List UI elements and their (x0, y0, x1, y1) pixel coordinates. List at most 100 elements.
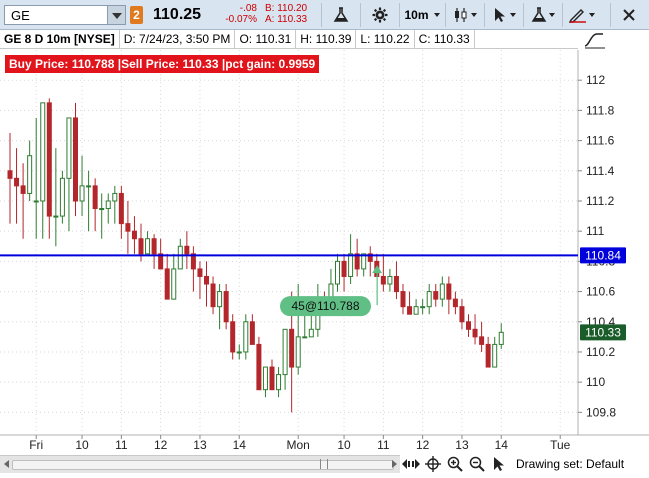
candle-body (73, 117, 78, 202)
candle-body (223, 291, 229, 323)
candle-body (131, 230, 137, 240)
candle-body (433, 291, 439, 300)
candle-body (243, 321, 249, 353)
bottom-toolbar: Drawing set: Default (400, 455, 649, 473)
candle-body (7, 170, 13, 179)
x-tick-label: Fri (29, 438, 43, 452)
candle-body (400, 291, 406, 308)
candle-body (479, 336, 485, 345)
candle-body (498, 331, 504, 345)
scroll-right-icon[interactable] (392, 460, 397, 468)
y-tick-label: 111.2 (586, 194, 615, 208)
study-label: Buy Price: 110.788 |Sell Price: 110.33 |… (5, 55, 320, 73)
candle-body (204, 275, 209, 285)
candle-body (14, 177, 20, 187)
candle-body (413, 306, 419, 315)
candle-body (459, 306, 465, 323)
zoom-out-icon (469, 456, 485, 472)
pointer-button[interactable] (488, 455, 510, 473)
candle-body (40, 102, 46, 202)
candle-body (151, 238, 157, 255)
x-tick-label: 11 (377, 438, 390, 452)
x-tick-label: 10 (337, 438, 351, 452)
candle-body (380, 275, 386, 285)
candle-body (197, 268, 203, 277)
candle-body (66, 117, 72, 179)
candle-body (210, 283, 216, 308)
candle-body (302, 336, 308, 339)
candle-body (177, 245, 183, 270)
candle-body (256, 343, 262, 391)
candle-body (472, 328, 478, 338)
zoom-in-button[interactable] (444, 455, 466, 473)
y-tick-label: 111.4 (586, 164, 615, 178)
y-tick-label: 110 (586, 375, 605, 389)
crosshair-icon (425, 456, 441, 472)
price-level-label: 110.84 (585, 248, 621, 262)
candle-body (171, 268, 177, 300)
candle-body (59, 177, 65, 217)
candle-body (276, 374, 282, 391)
candle-body (439, 283, 445, 300)
candle-body (387, 275, 393, 285)
y-tick-label: 109.8 (586, 405, 616, 419)
candle-body (46, 102, 52, 217)
y-tick-label: 110.2 (586, 345, 615, 359)
candle-body (335, 260, 340, 285)
candle-body (426, 291, 432, 308)
time-scrollbar[interactable] (0, 455, 400, 473)
scrollbar-thumb[interactable] (12, 460, 394, 470)
candle-body (452, 298, 458, 308)
candle-body (92, 185, 98, 210)
candle-body (99, 208, 105, 211)
candle-body (217, 291, 223, 308)
candle-body (164, 268, 170, 300)
candle-body (295, 336, 301, 368)
candle-body (236, 351, 242, 354)
candle-body (112, 192, 118, 202)
candle-body (269, 366, 275, 391)
x-tick-label: 11 (115, 438, 128, 452)
pan-arrows-icon (402, 459, 420, 469)
y-tick-label: 111.8 (586, 103, 615, 117)
last-price-label: 110.33 (585, 325, 621, 339)
candle-body (125, 223, 131, 232)
scrollbar-grip-icon[interactable] (320, 459, 328, 469)
drawing-set-selector[interactable]: Drawing set: Default (516, 457, 624, 471)
candle-body (262, 366, 268, 391)
candle-body (145, 238, 151, 255)
candle-body (308, 328, 314, 338)
x-tick-label: 13 (193, 438, 207, 452)
zoom-in-icon (447, 456, 463, 472)
price-axis: 112111.8111.6111.4111.2111110.8110.6110.… (578, 73, 616, 419)
candle-body (53, 215, 59, 218)
candle-body (20, 185, 26, 194)
crosshair-button[interactable] (422, 455, 444, 473)
x-tick-label: 12 (416, 438, 430, 452)
scroll-left-icon[interactable] (4, 460, 9, 468)
y-tick-label: 110.6 (586, 285, 615, 299)
candle-body (348, 253, 354, 277)
candle-body (393, 275, 399, 293)
x-tick-label: 12 (154, 438, 168, 452)
x-tick-label: 13 (455, 438, 469, 452)
pan-arrows-button[interactable] (400, 455, 422, 473)
chart-grid (0, 50, 649, 436)
candle-body (138, 238, 144, 255)
candle-body (407, 306, 413, 315)
candle-body (485, 343, 491, 368)
candle-body (466, 321, 471, 330)
cursor-icon (494, 457, 504, 471)
candle-body (33, 200, 39, 203)
y-tick-label: 111.6 (586, 134, 615, 148)
candle-body (492, 343, 498, 368)
candle-body (105, 200, 111, 210)
x-tick-label: Mon (287, 438, 310, 452)
candle-body (184, 245, 190, 255)
candle-body (289, 328, 295, 368)
zoom-out-button[interactable] (466, 455, 488, 473)
time-axis: Fri 10 11 12 13 14 Mon 10 11 12 13 14 Tue (29, 435, 571, 452)
x-tick-label: 10 (75, 438, 89, 452)
x-tick-label: Tue (550, 438, 571, 452)
order-label: 45@110.788 (291, 299, 359, 313)
